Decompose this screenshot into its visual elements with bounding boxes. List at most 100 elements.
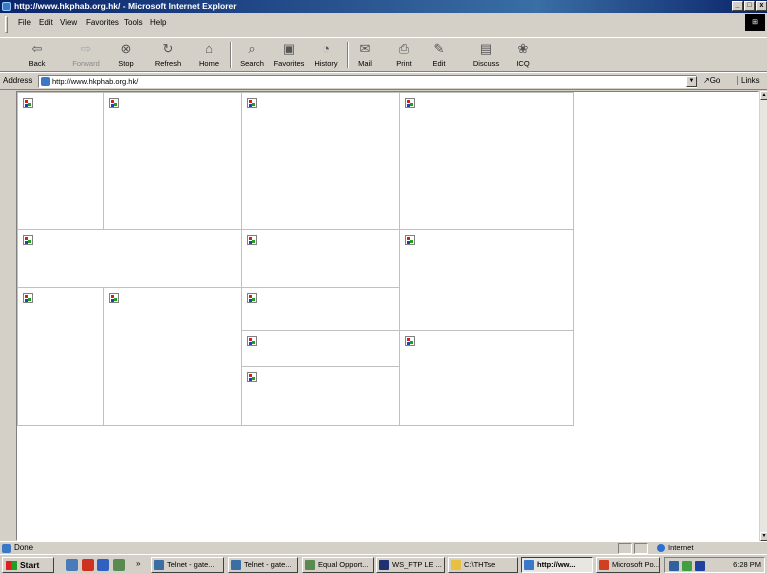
search-button[interactable]: ⌕ Search	[235, 40, 269, 68]
home-label: Home	[198, 59, 219, 68]
taskbar-item[interactable]: Equal Opport...	[302, 557, 374, 573]
stop-button[interactable]: ⊗ Stop	[113, 40, 139, 68]
print-button[interactable]: ⎙ Print	[392, 40, 416, 68]
image-cell	[399, 229, 574, 331]
address-dropdown-button[interactable]: ▼	[686, 76, 697, 87]
broken-image-icon[interactable]	[247, 235, 257, 245]
forward-arrow-icon: ⇨	[80, 41, 92, 56]
menu-edit[interactable]: Edit	[39, 18, 53, 27]
taskbar-item-label: WS_FTP LE ...	[392, 560, 442, 569]
taskbar-item-active[interactable]: http://ww...	[521, 557, 593, 573]
image-cell	[241, 92, 400, 230]
close-button[interactable]: x	[756, 1, 767, 11]
acrobat-icon[interactable]	[82, 559, 94, 571]
status-bar: Done Internet	[0, 541, 767, 554]
document-icon	[305, 560, 315, 570]
start-button[interactable]: Start	[2, 557, 54, 573]
edit-label: Edit	[432, 59, 446, 68]
status-pane	[618, 543, 632, 554]
broken-image-icon[interactable]	[247, 336, 257, 346]
folder-icon	[451, 560, 461, 570]
search-label: Search	[240, 59, 264, 68]
forward-button[interactable]: ⇨ Forward	[68, 40, 104, 68]
menu-file[interactable]: File	[18, 18, 31, 27]
broken-image-icon[interactable]	[109, 293, 119, 303]
menu-view[interactable]: View	[60, 18, 77, 27]
broken-image-icon[interactable]	[23, 98, 33, 108]
discuss-button[interactable]: ▤ Discuss	[469, 40, 503, 68]
internet-explorer-icon[interactable]	[2, 2, 11, 11]
image-cell	[241, 229, 400, 288]
page-viewport[interactable]	[16, 91, 759, 541]
menu-favorites[interactable]: Favorites	[86, 18, 119, 27]
outlook-icon[interactable]	[97, 559, 109, 571]
home-button[interactable]: ⌂ Home	[194, 40, 224, 68]
image-cell	[241, 330, 400, 367]
taskbar-item[interactable]: C:\THTse	[448, 557, 518, 573]
network-icon[interactable]	[669, 561, 679, 571]
vertical-scrollbar[interactable]: ▲ ▼	[759, 91, 767, 541]
quick-launch-icon[interactable]	[113, 559, 125, 571]
taskbar-item[interactable]: Telnet - gate...	[228, 557, 298, 573]
menu-bar: File Edit View Favorites Tools Help	[0, 13, 767, 37]
broken-image-icon[interactable]	[405, 336, 415, 346]
broken-image-icon[interactable]	[405, 98, 415, 108]
go-button[interactable]: ↗Go	[703, 76, 720, 85]
windows-flag-icon	[6, 561, 17, 570]
mail-button[interactable]: ✉ Mail	[352, 40, 378, 68]
taskbar-item[interactable]: WS_FTP LE ...	[376, 557, 445, 573]
icq-button[interactable]: ❀ ICQ	[512, 40, 534, 68]
scroll-up-button[interactable]: ▲	[760, 91, 767, 100]
taskbar: Start » Telnet - gate... Telnet - gate..…	[0, 554, 767, 574]
refresh-button[interactable]: ↻ Refresh	[151, 40, 185, 68]
back-button[interactable]: ⇦ Back	[22, 40, 52, 68]
go-arrow-icon: ↗	[703, 76, 710, 85]
menu-help[interactable]: Help	[150, 18, 166, 27]
toolbar-separator	[230, 42, 232, 68]
clock[interactable]: 6:28 PM	[733, 560, 761, 569]
edit-icon: ✎	[433, 41, 445, 56]
history-button[interactable]: ◔ History	[310, 40, 342, 68]
links-button[interactable]: Links	[737, 76, 760, 85]
broken-image-icon[interactable]	[23, 235, 33, 245]
edit-button[interactable]: ✎ Edit	[428, 40, 450, 68]
address-input[interactable]: http://www.hkphab.org.hk/	[38, 75, 697, 88]
taskbar-item[interactable]: Telnet - gate...	[151, 557, 224, 573]
page-icon	[41, 77, 50, 86]
standard-toolbar: ⇦ Back ⇨ Forward ⊗ Stop ↻ Refresh ⌂ Home…	[0, 37, 767, 72]
broken-image-icon[interactable]	[247, 372, 257, 382]
desktop-icon[interactable]	[66, 559, 78, 571]
minimize-button[interactable]: _	[732, 1, 743, 11]
quick-launch-more[interactable]: »	[136, 559, 140, 568]
taskbar-item-label: C:\THTse	[464, 560, 496, 569]
scroll-down-button[interactable]: ▼	[760, 532, 767, 541]
broken-image-icon[interactable]	[247, 98, 257, 108]
broken-image-icon[interactable]	[109, 98, 119, 108]
forward-label: Forward	[72, 59, 100, 68]
taskbar-item[interactable]: Microsoft Po...	[596, 557, 660, 573]
ftp-icon	[379, 560, 389, 570]
back-arrow-icon: ⇦	[31, 41, 43, 56]
image-cell	[17, 287, 104, 426]
menu-grip[interactable]	[5, 16, 8, 33]
favorites-icon: ▣	[282, 41, 296, 56]
image-cell	[241, 287, 400, 331]
go-label: Go	[709, 76, 721, 85]
broken-image-icon[interactable]	[405, 235, 415, 245]
maximize-button[interactable]: □	[744, 1, 755, 11]
favorites-button[interactable]: ▣ Favorites	[270, 40, 308, 68]
image-cell	[17, 229, 242, 288]
broken-image-icon[interactable]	[247, 293, 257, 303]
icq-label: ICQ	[516, 59, 530, 68]
refresh-label: Refresh	[154, 59, 182, 68]
title-bar[interactable]: http://www.hkphab.org.hk/ - Microsoft In…	[0, 0, 767, 13]
stop-icon: ⊗	[120, 41, 132, 56]
broken-image-icon[interactable]	[23, 293, 33, 303]
search-icon: ⌕	[248, 41, 256, 56]
tray-icon[interactable]	[682, 561, 692, 571]
windows-logo-icon: ⊞	[745, 14, 765, 31]
telnet-icon	[231, 560, 241, 570]
language-icon[interactable]	[695, 561, 705, 571]
taskbar-item-label: Telnet - gate...	[244, 560, 292, 569]
menu-tools[interactable]: Tools	[124, 18, 143, 27]
